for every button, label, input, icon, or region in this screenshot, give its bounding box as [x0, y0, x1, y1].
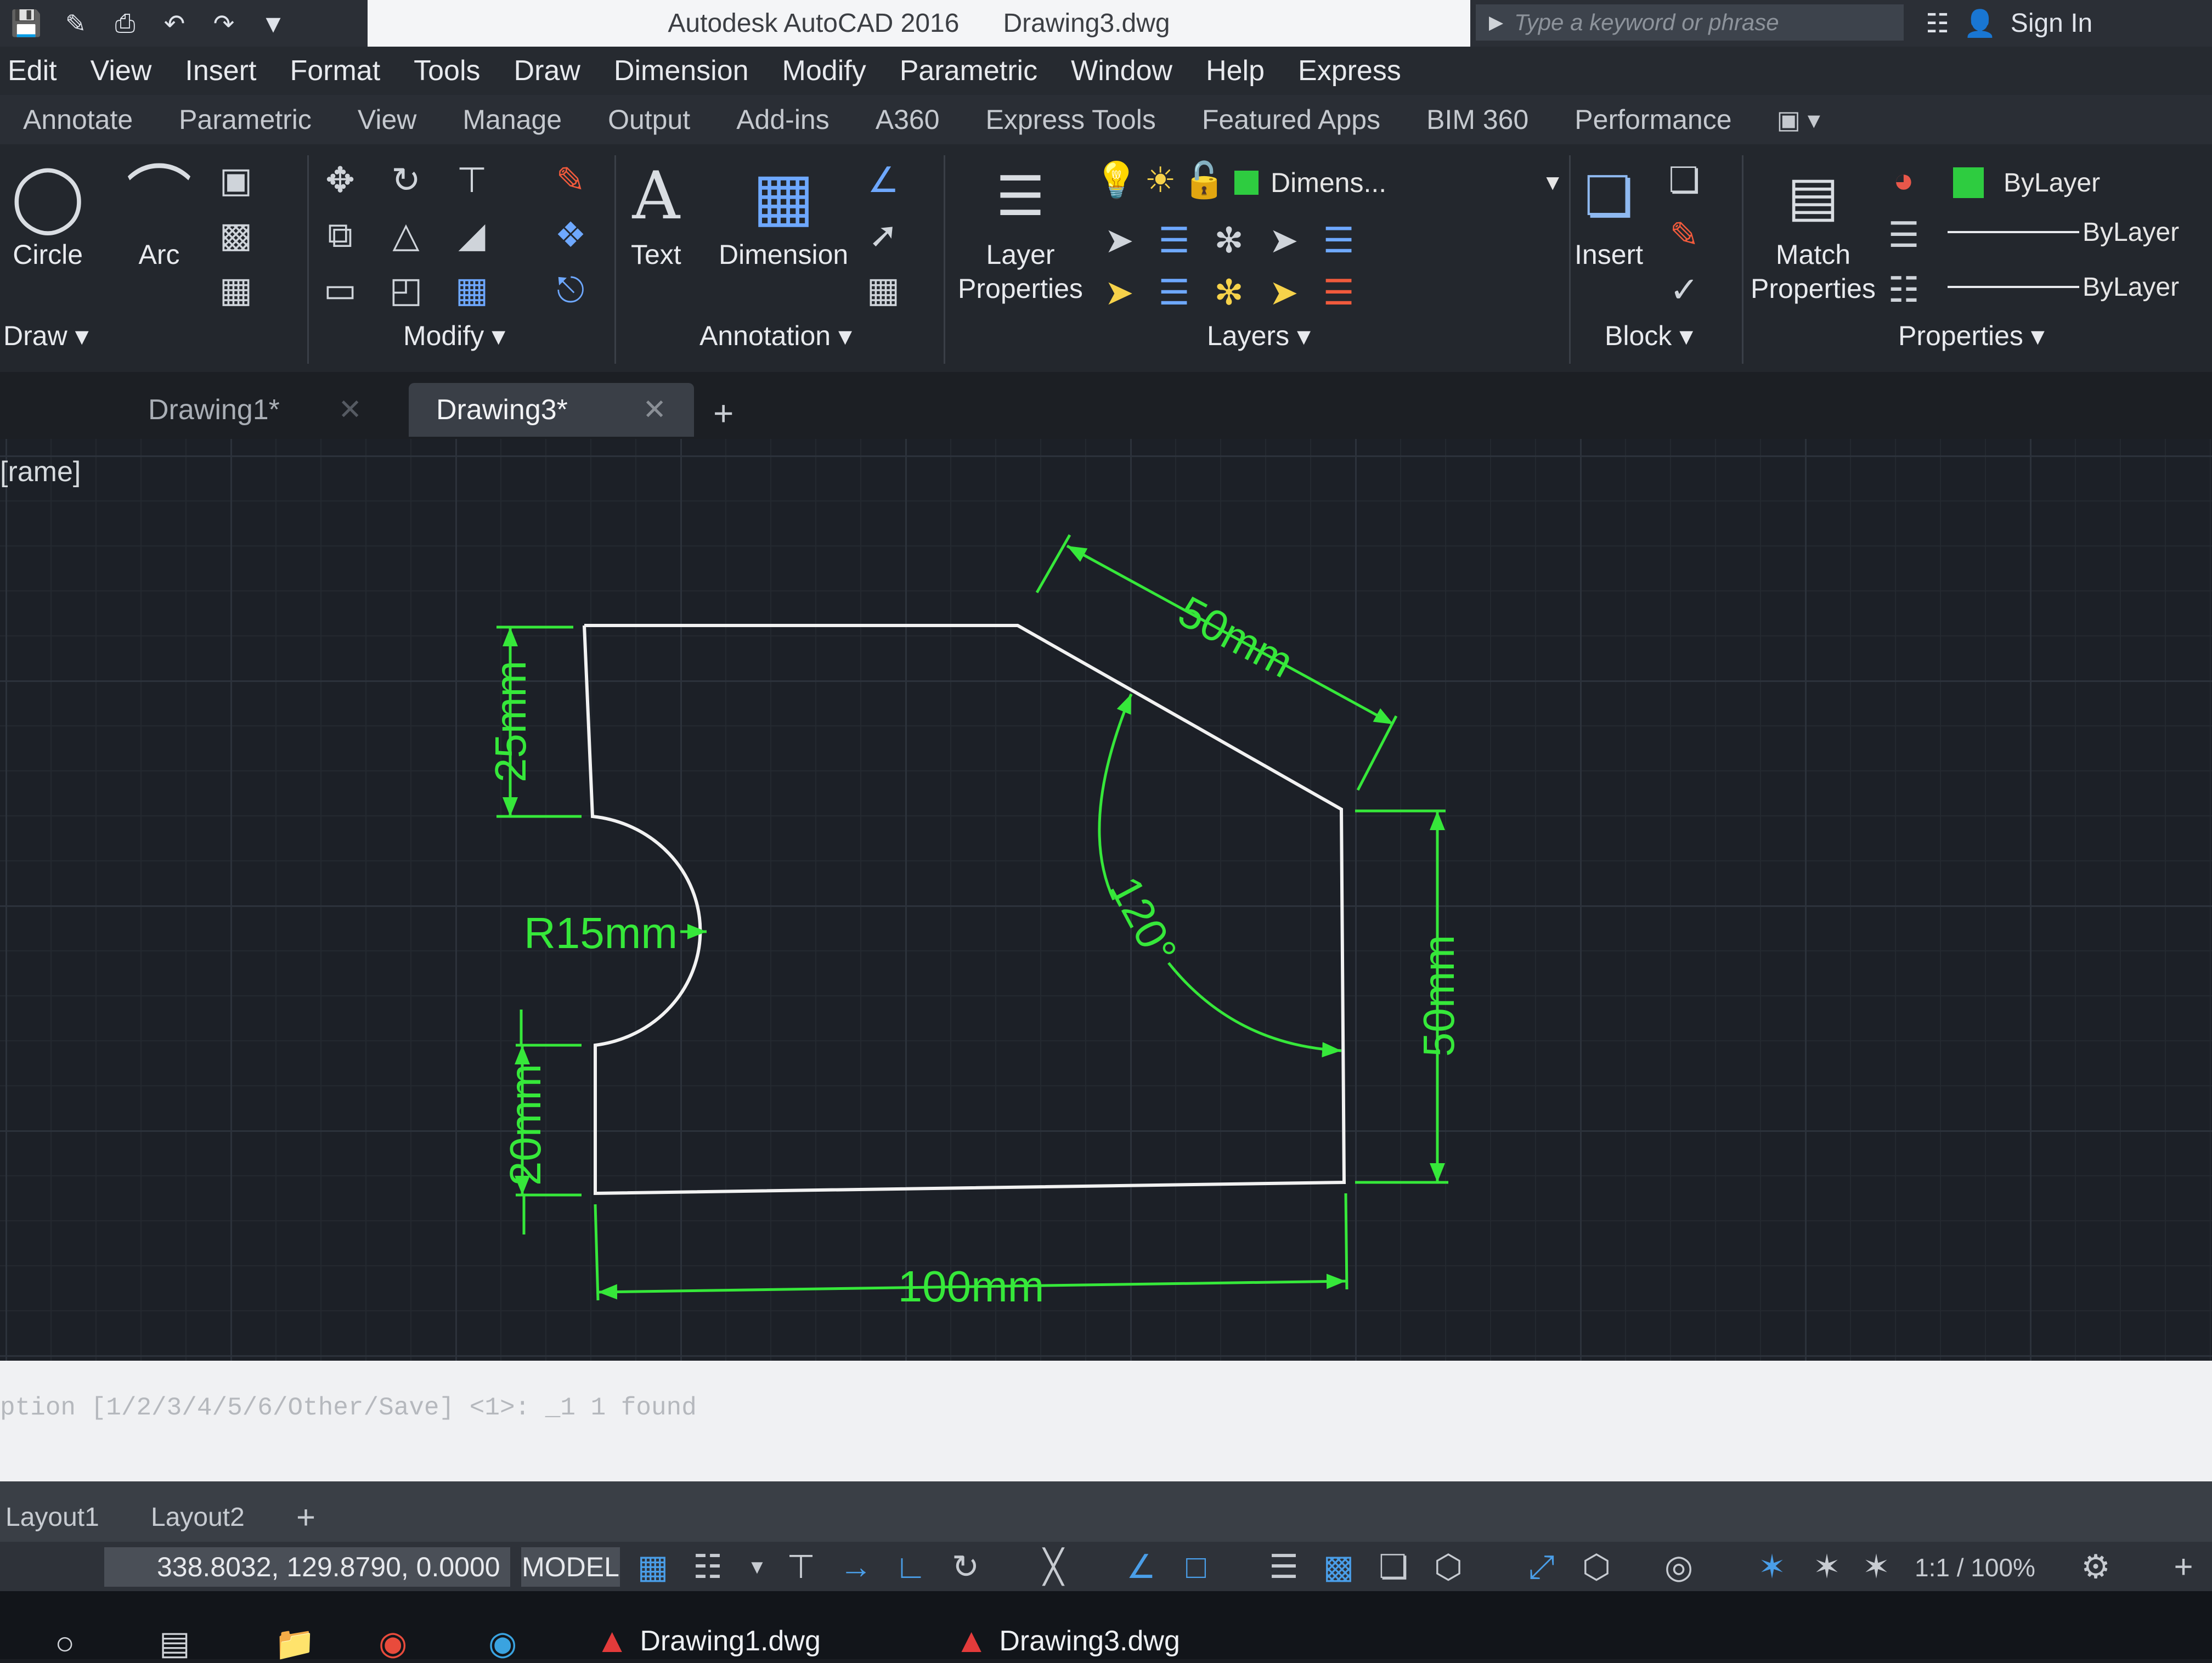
dim-text-100[interactable]: 100mm — [898, 1262, 1045, 1311]
dim-text-radius[interactable]: R15mm — [524, 909, 678, 957]
layout-tab-layout1[interactable]: Layout1 — [5, 1492, 99, 1542]
layout-tab-bar — [0, 1481, 2212, 1542]
file-explorer-icon[interactable]: 📁 — [274, 1624, 315, 1663]
3d-osnap-icon[interactable]: ⬡ — [1426, 1546, 1470, 1588]
dim-text-120[interactable]: 120° — [1101, 869, 1186, 972]
lineweight-toggle-icon[interactable]: ☰ — [1262, 1546, 1306, 1588]
ortho-icon[interactable]: ∟ — [889, 1546, 933, 1588]
layout-tab-layout2[interactable]: Layout2 — [151, 1492, 245, 1542]
chrome-icon[interactable]: ◉ — [379, 1624, 407, 1662]
annotation-scale-icon[interactable]: ✶ — [1854, 1546, 1898, 1588]
add-layout-icon[interactable]: + — [296, 1492, 315, 1542]
part-profile[interactable] — [583, 624, 1346, 1196]
dim-text-25[interactable]: 25mm — [486, 661, 535, 782]
edge-icon[interactable]: ◉ — [488, 1624, 517, 1662]
extension-line[interactable] — [1035, 534, 1071, 594]
extension-line[interactable] — [1344, 1193, 1348, 1290]
extension-line[interactable] — [594, 1204, 600, 1301]
dim-text-50-vertical[interactable]: 50mm — [1414, 935, 1463, 1057]
dimension-texts: 25mm R15mm 20mm 100mm 50mm 50mm 120° — [486, 587, 1463, 1311]
auto-scale-icon[interactable]: ✶ — [1805, 1546, 1849, 1588]
extension-line[interactable] — [1356, 715, 1398, 791]
annotation-visibility-icon[interactable]: ✶ — [1750, 1546, 1794, 1588]
selection-filter-icon[interactable]: ⬡ — [1575, 1546, 1618, 1588]
annotation-scale-value[interactable]: 1:1 / 100% — [1915, 1553, 2035, 1582]
model-space-button[interactable]: MODEL — [521, 1547, 620, 1587]
task-view-icon[interactable]: ▤ — [159, 1624, 190, 1662]
snap-icon[interactable]: ☷ — [686, 1546, 730, 1588]
taskbar-drawing3[interactable]: ▲ Drawing3.dwg — [955, 1621, 1180, 1660]
taskbar-label: Drawing1.dwg — [640, 1625, 821, 1657]
autocad-icon: ▲ — [955, 1622, 989, 1660]
command-line-history: ption [1/2/3/4/5/6/Other/Save] <1>: _1 1… — [0, 1394, 697, 1422]
object-snap-icon[interactable]: □ — [1174, 1546, 1218, 1588]
grid-icon[interactable]: ▦ — [631, 1546, 675, 1588]
infer-constraints-icon[interactable]: ⊤ — [779, 1546, 823, 1588]
customize-icon[interactable]: + — [2162, 1546, 2205, 1588]
dim-text-50-slope[interactable]: 50mm — [1171, 587, 1301, 687]
gizmo-icon[interactable]: ◎ — [1657, 1546, 1701, 1588]
taskbar-drawing1[interactable]: ▲ Drawing1.dwg — [595, 1621, 821, 1660]
gear-icon[interactable]: ⚙ — [2074, 1546, 2118, 1588]
autocad-icon: ▲ — [595, 1622, 629, 1660]
part-outline[interactable] — [583, 624, 1346, 1196]
object-snap-tracking-icon[interactable]: ∠ — [1119, 1546, 1163, 1588]
dim-text-20[interactable]: 20mm — [501, 1064, 550, 1186]
angle-arc[interactable] — [1167, 962, 1342, 1058]
transparency-icon[interactable]: ▩ — [1317, 1546, 1361, 1588]
selection-cycling-icon[interactable]: ❏ — [1372, 1546, 1415, 1588]
polar-icon[interactable]: ↻ — [944, 1546, 988, 1588]
isodraft-icon[interactable]: ╳ — [1031, 1546, 1075, 1588]
chevron-down-icon[interactable]: ▼ — [735, 1546, 779, 1588]
coordinates-readout[interactable]: 338.8032, 129.8790, 0.0000 — [104, 1547, 510, 1587]
search-icon[interactable]: ○ — [55, 1624, 75, 1662]
taskbar-label: Drawing3.dwg — [999, 1625, 1180, 1657]
dynamic-input-icon[interactable]: → — [834, 1546, 878, 1588]
angle-arc[interactable] — [1098, 694, 1133, 901]
dynamic-ucs-icon[interactable]: ⤢ — [1520, 1546, 1564, 1588]
